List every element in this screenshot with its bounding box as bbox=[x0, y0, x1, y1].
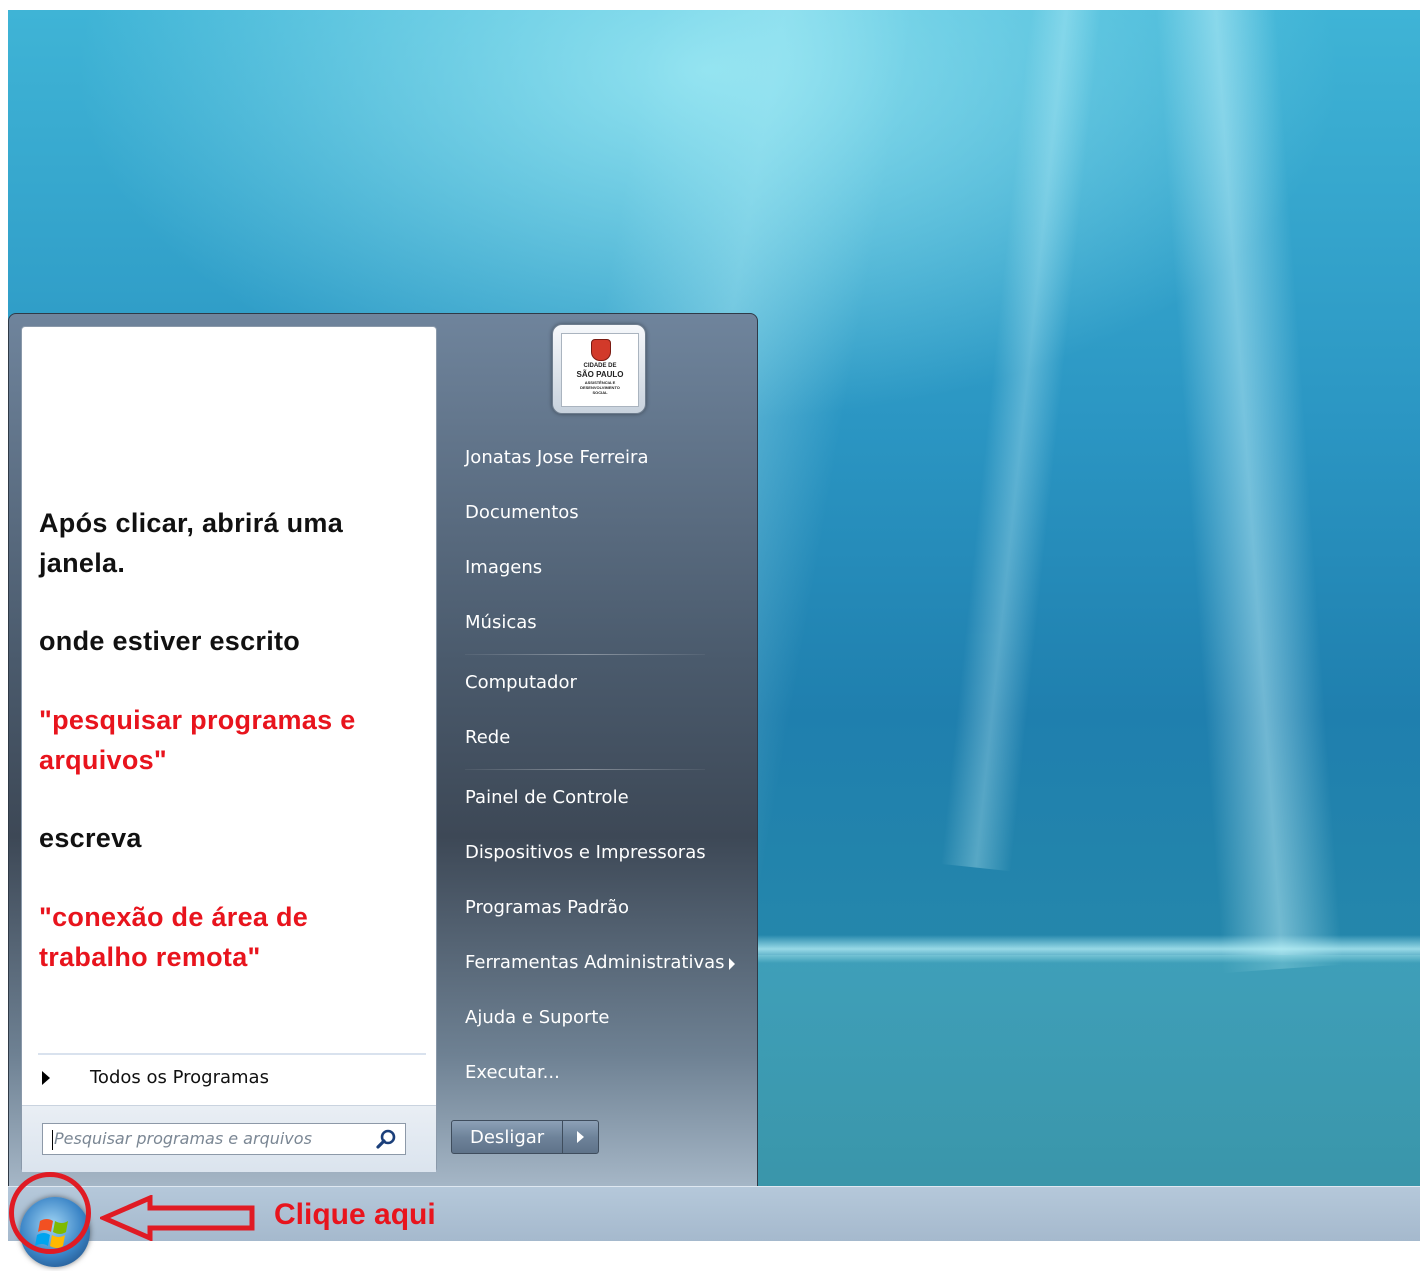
wallpaper-light-streak bbox=[1153, 10, 1343, 973]
instruction-text: janela. bbox=[39, 548, 126, 578]
instruction-text: escreva bbox=[39, 823, 142, 853]
annotation-label: Clique aqui bbox=[274, 1198, 436, 1231]
search-icon[interactable] bbox=[375, 1128, 397, 1150]
instruction-text: "pesquisar programas e bbox=[39, 705, 356, 735]
shutdown-button[interactable]: Desligar bbox=[470, 1127, 544, 1148]
arrow-right-icon bbox=[577, 1131, 584, 1143]
menu-item-painel-de-controle[interactable]: Painel de Controle bbox=[465, 787, 629, 808]
instruction-text: trabalho remota" bbox=[39, 942, 261, 972]
shutdown-split-button: Desligar bbox=[451, 1120, 599, 1154]
menu-item-imagens[interactable]: Imagens bbox=[465, 557, 542, 578]
annotation-circle bbox=[9, 1172, 91, 1254]
instruction-text: arquivos" bbox=[39, 745, 168, 775]
menu-separator bbox=[465, 769, 705, 770]
avatar-logo-text: SOCIAL bbox=[592, 390, 608, 395]
instruction-text: onde estiver escrito bbox=[39, 626, 301, 656]
search-input[interactable]: Pesquisar programas e arquivos bbox=[42, 1123, 406, 1155]
start-menu: Após clicar, abrirá uma janela. onde est… bbox=[8, 313, 758, 1187]
all-programs-button[interactable]: Todos os Programas bbox=[38, 1053, 426, 1101]
instruction-text: Após clicar, abrirá uma bbox=[39, 508, 344, 538]
chevron-right-icon bbox=[42, 1071, 50, 1085]
annotation-arrow-icon bbox=[100, 1195, 255, 1241]
menu-item-ajuda[interactable]: Ajuda e Suporte bbox=[465, 1007, 610, 1028]
menu-separator bbox=[465, 654, 705, 655]
text-caret bbox=[52, 1130, 53, 1150]
avatar-logo-text: CIDADE DE bbox=[583, 363, 617, 369]
avatar-logo: CIDADE DE SÃO PAULO ASSISTÊNCIA E DESENV… bbox=[561, 333, 639, 407]
city-seal-icon bbox=[591, 339, 611, 361]
all-programs-label: Todos os Programas bbox=[90, 1067, 269, 1088]
menu-item-executar[interactable]: Executar... bbox=[465, 1062, 560, 1083]
menu-item-user[interactable]: Jonatas Jose Ferreira bbox=[465, 447, 648, 468]
search-placeholder: Pesquisar programas e arquivos bbox=[54, 1129, 312, 1148]
menu-item-programas-padrao[interactable]: Programas Padrão bbox=[465, 897, 629, 918]
menu-item-ferramentas-administrativas[interactable]: Ferramentas Administrativas bbox=[465, 952, 725, 973]
menu-item-musicas[interactable]: Músicas bbox=[465, 612, 537, 633]
search-area: Pesquisar programas e arquivos bbox=[22, 1105, 436, 1172]
instruction-text: "conexão de área de bbox=[39, 902, 309, 932]
user-avatar[interactable]: CIDADE DE SÃO PAULO ASSISTÊNCIA E DESENV… bbox=[552, 324, 646, 414]
menu-item-documentos[interactable]: Documentos bbox=[465, 502, 579, 523]
avatar-logo-text: SÃO PAULO bbox=[576, 370, 624, 379]
start-menu-left-pane: Após clicar, abrirá uma janela. onde est… bbox=[21, 326, 437, 1172]
wallpaper-lower-band bbox=[748, 955, 1420, 1186]
submenu-arrow-icon bbox=[729, 958, 735, 970]
wallpaper-light-streak bbox=[941, 10, 1105, 872]
menu-item-dispositivos[interactable]: Dispositivos e Impressoras bbox=[465, 842, 706, 863]
menu-item-rede[interactable]: Rede bbox=[465, 727, 510, 748]
menu-item-computador[interactable]: Computador bbox=[465, 672, 577, 693]
shutdown-options-button[interactable] bbox=[563, 1121, 598, 1153]
wallpaper-horizon bbox=[748, 935, 1420, 963]
